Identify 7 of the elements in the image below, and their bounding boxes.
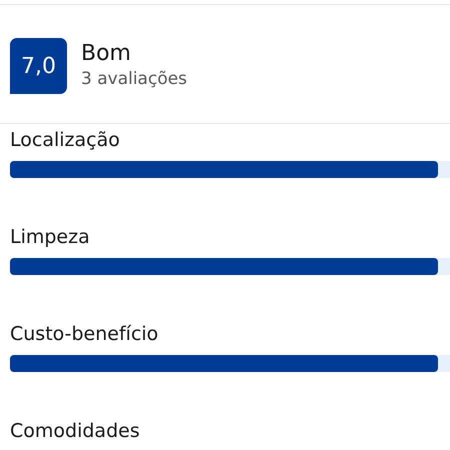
score-badge: 7,0 bbox=[10, 38, 67, 94]
category-label: Limpeza bbox=[10, 225, 91, 250]
review-count: 3 avaliações bbox=[81, 68, 188, 91]
category-label: Localização bbox=[10, 128, 121, 153]
category-label: Custo-benefício bbox=[10, 322, 160, 347]
rating-label: Bom bbox=[81, 41, 132, 67]
category-label: Comodidades bbox=[10, 419, 141, 444]
